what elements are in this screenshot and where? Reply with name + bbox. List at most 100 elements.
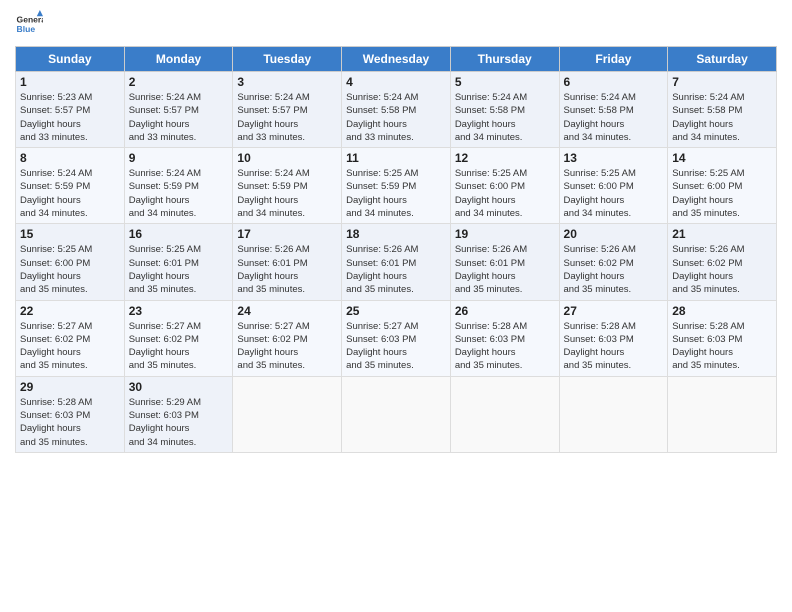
day-number: 21	[672, 227, 772, 241]
calendar-cell: 17Sunrise: 5:26 AMSunset: 6:01 PMDayligh…	[233, 224, 342, 300]
day-number: 18	[346, 227, 446, 241]
calendar-cell: 24 Sunrise: 5:27 AMSunset: 6:02 PMDayligh…	[233, 300, 342, 376]
logo: General Blue	[15, 10, 43, 38]
calendar-cell: 12 Sunrise: 5:25 AMSunset: 6:00 PMDayligh…	[450, 148, 559, 224]
calendar-header-thursday: Thursday	[450, 47, 559, 72]
day-info: Sunrise: 5:28 AMSunset: 6:03 PMDaylight …	[564, 320, 664, 373]
day-number: 7	[672, 75, 772, 89]
day-info: Sunrise: 5:24 AMSunset: 5:58 PMDaylight …	[564, 91, 664, 144]
day-number: 20	[564, 227, 664, 241]
day-number: 26	[455, 304, 555, 318]
calendar-cell: 15 Sunrise: 5:25 AMSunset: 6:00 PMDayligh…	[16, 224, 125, 300]
day-number: 8	[20, 151, 120, 165]
calendar-cell: 1 Sunrise: 5:23 AMSunset: 5:57 PMDaylight…	[16, 72, 125, 148]
calendar-cell: 10 Sunrise: 5:24 AMSunset: 5:59 PMDayligh…	[233, 148, 342, 224]
logo-icon: General Blue	[15, 10, 43, 38]
calendar-cell: 27 Sunrise: 5:28 AMSunset: 6:03 PMDayligh…	[559, 300, 668, 376]
day-info: Sunrise: 5:28 AMSunset: 6:03 PMDaylight …	[455, 320, 555, 373]
calendar-week-2: 8 Sunrise: 5:24 AMSunset: 5:59 PMDaylight…	[16, 148, 777, 224]
day-number: 27	[564, 304, 664, 318]
day-number: 14	[672, 151, 772, 165]
day-info: Sunrise: 5:27 AMSunset: 6:03 PMDaylight …	[346, 320, 446, 373]
calendar-cell	[450, 376, 559, 452]
calendar-cell: 19Sunrise: 5:26 AMSunset: 6:01 PMDayligh…	[450, 224, 559, 300]
day-info: Sunrise: 5:25 AMSunset: 5:59 PMDaylight …	[346, 167, 446, 220]
calendar-cell: 14 Sunrise: 5:25 AMSunset: 6:00 PMDayligh…	[668, 148, 777, 224]
calendar-header-monday: Monday	[124, 47, 233, 72]
day-info: Sunrise: 5:24 AMSunset: 5:59 PMDaylight …	[129, 167, 229, 220]
calendar-cell: 8 Sunrise: 5:24 AMSunset: 5:59 PMDaylight…	[16, 148, 125, 224]
calendar-cell: 29Sunrise: 5:28 AMSunset: 6:03 PMDayligh…	[16, 376, 125, 452]
day-number: 28	[672, 304, 772, 318]
calendar-header-friday: Friday	[559, 47, 668, 72]
day-number: 22	[20, 304, 120, 318]
calendar-cell: 2Sunrise: 5:24 AMSunset: 5:57 PMDaylight…	[124, 72, 233, 148]
day-number: 6	[564, 75, 664, 89]
day-number: 5	[455, 75, 555, 89]
day-number: 10	[237, 151, 337, 165]
day-info: Sunrise: 5:24 AMSunset: 5:59 PMDaylight …	[237, 167, 337, 220]
day-info: Sunrise: 5:25 AMSunset: 6:00 PMDaylight …	[564, 167, 664, 220]
calendar-cell	[559, 376, 668, 452]
day-info: Sunrise: 5:27 AMSunset: 6:02 PMDaylight …	[20, 320, 120, 373]
calendar-cell: 26 Sunrise: 5:28 AMSunset: 6:03 PMDayligh…	[450, 300, 559, 376]
calendar-cell: 3Sunrise: 5:24 AMSunset: 5:57 PMDaylight…	[233, 72, 342, 148]
calendar-cell: 30 Sunrise: 5:29 AMSunset: 6:03 PMDayligh…	[124, 376, 233, 452]
calendar-cell: 7 Sunrise: 5:24 AMSunset: 5:58 PMDaylight…	[668, 72, 777, 148]
calendar-cell: 20 Sunrise: 5:26 AMSunset: 6:02 PMDayligh…	[559, 224, 668, 300]
day-info: Sunrise: 5:24 AMSunset: 5:58 PMDaylight …	[455, 91, 555, 144]
day-info: Sunrise: 5:28 AMSunset: 6:03 PMDaylight …	[20, 396, 120, 449]
calendar-cell	[342, 376, 451, 452]
day-number: 23	[129, 304, 229, 318]
day-info: Sunrise: 5:24 AMSunset: 5:58 PMDaylight …	[672, 91, 772, 144]
header: General Blue	[15, 10, 777, 38]
calendar-week-4: 22 Sunrise: 5:27 AMSunset: 6:02 PMDayligh…	[16, 300, 777, 376]
day-number: 12	[455, 151, 555, 165]
day-number: 15	[20, 227, 120, 241]
calendar-cell: 23 Sunrise: 5:27 AMSunset: 6:02 PMDayligh…	[124, 300, 233, 376]
day-number: 24	[237, 304, 337, 318]
day-info: Sunrise: 5:27 AMSunset: 6:02 PMDaylight …	[237, 320, 337, 373]
day-info: Sunrise: 5:23 AMSunset: 5:57 PMDaylight …	[20, 91, 120, 144]
day-info: Sunrise: 5:24 AMSunset: 5:59 PMDaylight …	[20, 167, 120, 220]
calendar-cell: 18 Sunrise: 5:26 AMSunset: 6:01 PMDayligh…	[342, 224, 451, 300]
day-number: 30	[129, 380, 229, 394]
calendar-week-3: 15 Sunrise: 5:25 AMSunset: 6:00 PMDayligh…	[16, 224, 777, 300]
day-info: Sunrise: 5:29 AMSunset: 6:03 PMDaylight …	[129, 396, 229, 449]
day-info: Sunrise: 5:25 AMSunset: 6:01 PMDaylight …	[129, 243, 229, 296]
calendar-header-saturday: Saturday	[668, 47, 777, 72]
day-info: Sunrise: 5:26 AMSunset: 6:02 PMDaylight …	[672, 243, 772, 296]
calendar-header-sunday: Sunday	[16, 47, 125, 72]
calendar-cell: 13Sunrise: 5:25 AMSunset: 6:00 PMDayligh…	[559, 148, 668, 224]
calendar-cell: 28 Sunrise: 5:28 AMSunset: 6:03 PMDayligh…	[668, 300, 777, 376]
calendar-cell: 6 Sunrise: 5:24 AMSunset: 5:58 PMDaylight…	[559, 72, 668, 148]
calendar-cell: 4Sunrise: 5:24 AMSunset: 5:58 PMDaylight…	[342, 72, 451, 148]
day-info: Sunrise: 5:25 AMSunset: 6:00 PMDaylight …	[20, 243, 120, 296]
day-info: Sunrise: 5:27 AMSunset: 6:02 PMDaylight …	[129, 320, 229, 373]
calendar-cell: 11 Sunrise: 5:25 AMSunset: 5:59 PMDayligh…	[342, 148, 451, 224]
day-info: Sunrise: 5:26 AMSunset: 6:01 PMDaylight …	[346, 243, 446, 296]
calendar-cell	[668, 376, 777, 452]
svg-text:Blue: Blue	[17, 24, 36, 34]
calendar-cell: 16 Sunrise: 5:25 AMSunset: 6:01 PMDayligh…	[124, 224, 233, 300]
day-info: Sunrise: 5:25 AMSunset: 6:00 PMDaylight …	[672, 167, 772, 220]
calendar-cell: 9 Sunrise: 5:24 AMSunset: 5:59 PMDaylight…	[124, 148, 233, 224]
calendar-header-row: SundayMondayTuesdayWednesdayThursdayFrid…	[16, 47, 777, 72]
calendar-cell: 21 Sunrise: 5:26 AMSunset: 6:02 PMDayligh…	[668, 224, 777, 300]
day-number: 11	[346, 151, 446, 165]
day-number: 1	[20, 75, 120, 89]
day-number: 3	[237, 75, 337, 89]
day-info: Sunrise: 5:24 AMSunset: 5:58 PMDaylight …	[346, 91, 446, 144]
calendar: SundayMondayTuesdayWednesdayThursdayFrid…	[15, 46, 777, 453]
day-number: 9	[129, 151, 229, 165]
day-number: 17	[237, 227, 337, 241]
day-info: Sunrise: 5:25 AMSunset: 6:00 PMDaylight …	[455, 167, 555, 220]
day-number: 25	[346, 304, 446, 318]
day-info: Sunrise: 5:28 AMSunset: 6:03 PMDaylight …	[672, 320, 772, 373]
day-number: 16	[129, 227, 229, 241]
calendar-body: 1 Sunrise: 5:23 AMSunset: 5:57 PMDaylight…	[16, 72, 777, 453]
calendar-cell: 22 Sunrise: 5:27 AMSunset: 6:02 PMDayligh…	[16, 300, 125, 376]
day-number: 2	[129, 75, 229, 89]
day-info: Sunrise: 5:26 AMSunset: 6:02 PMDaylight …	[564, 243, 664, 296]
calendar-cell: 5 Sunrise: 5:24 AMSunset: 5:58 PMDaylight…	[450, 72, 559, 148]
